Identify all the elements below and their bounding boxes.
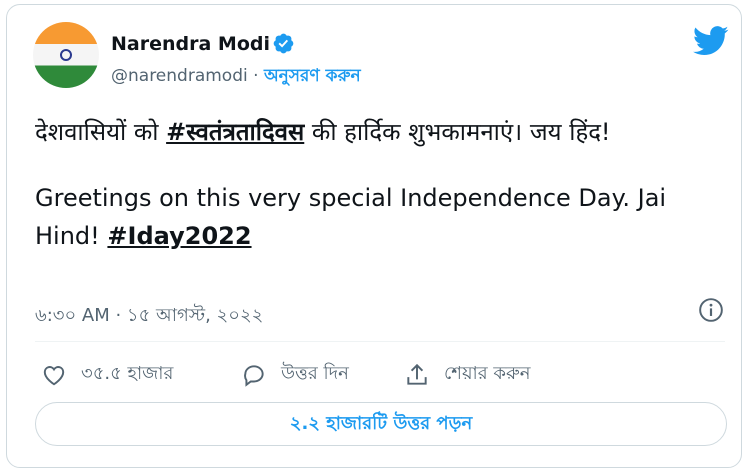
like-button[interactable]: ৩৫.৫ হাজার: [41, 359, 173, 390]
reply-bubble-icon: [244, 364, 264, 387]
info-icon[interactable]: [698, 297, 724, 323]
tweet-text-hindi-prefix: देशवासियों को: [35, 118, 167, 146]
share-button[interactable]: শেয়ার করুন: [404, 359, 531, 390]
follow-button[interactable]: অনুসরণ করুন: [264, 66, 361, 86]
share-label: শেয়ার করুন: [444, 363, 531, 384]
tweet-text-hindi: देशवासियों को #स्वतंत्रतादिवस की हार्दिक…: [35, 113, 725, 151]
read-replies-button[interactable]: ২.২ হাজারটি উত্তর পড়ন: [35, 402, 727, 446]
reply-button[interactable]: উত্তর দিন: [241, 359, 349, 390]
tweet-timestamp[interactable]: ৬:৩০ AM · ১৫ আগস্ট, ২০২২: [35, 301, 263, 332]
tweet-card: Narendra Modi @narendramodi · অনুসরণ করু…: [6, 4, 742, 468]
tweet-text: देशवासियों को #स्वतंत्रतादिवस की हार्दिक…: [35, 113, 725, 255]
share-icon: [407, 363, 427, 385]
tweet-text-hindi-suffix: की हार्दिक शुभकामनाएं। जय हिंद!: [304, 118, 611, 146]
heart-icon: [43, 365, 65, 385]
like-count: ৩৫.৫ হাজার: [81, 363, 174, 384]
avatar[interactable]: [33, 22, 99, 88]
divider: [35, 341, 725, 342]
twitter-bird-icon[interactable]: [693, 26, 729, 56]
handle-separator: ·: [253, 66, 259, 86]
author-handle-line: @narendramodi · অনুসরণ করুন: [111, 63, 361, 91]
author-handle[interactable]: @narendramodi: [111, 66, 248, 86]
hashtag-iday2022[interactable]: #Iday2022: [107, 222, 251, 250]
flag-chakra: [60, 49, 72, 61]
reply-label: উত্তর দিন: [281, 363, 349, 384]
verified-badge-icon: [273, 33, 294, 54]
author-name[interactable]: Narendra Modi: [111, 33, 270, 55]
tweet-text-english: Greetings on this very special Independe…: [35, 179, 725, 255]
hashtag-swatantratadivas[interactable]: #स्वतंत्रतादिवस: [166, 118, 304, 146]
